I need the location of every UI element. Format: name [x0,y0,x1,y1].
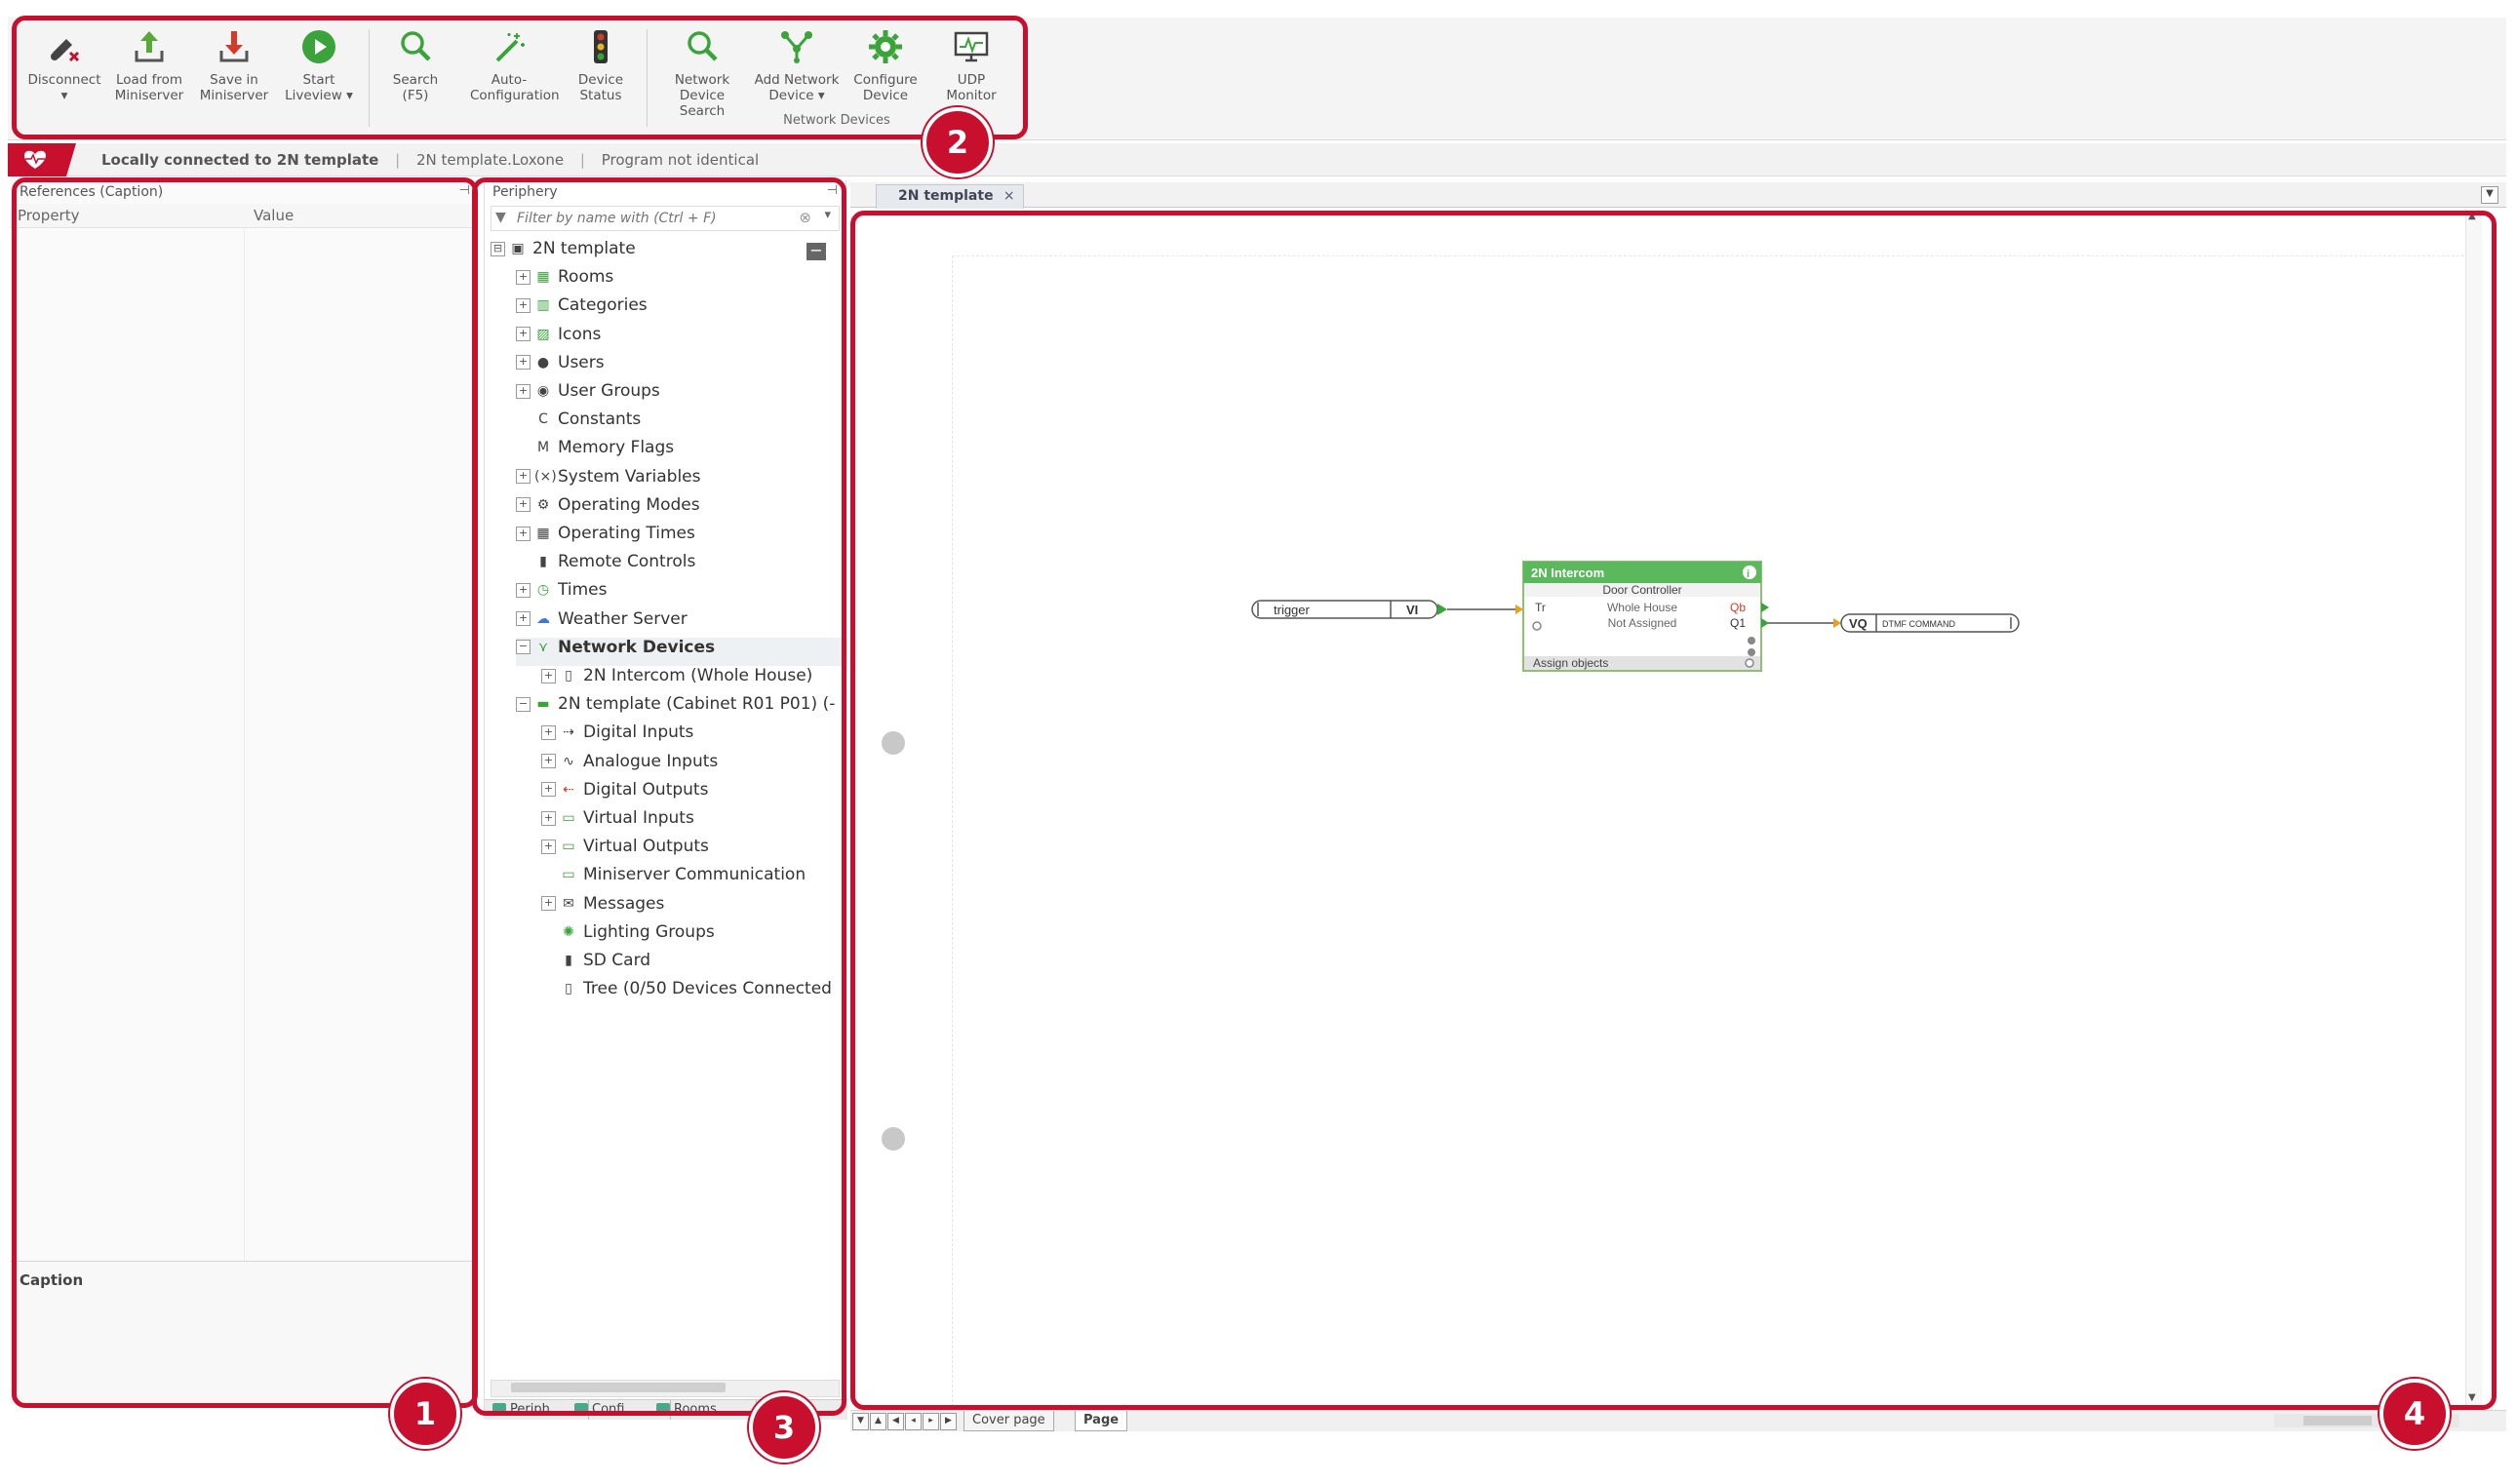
play-page-button[interactable]: ◂ [905,1413,922,1430]
file-name: 2N template.Loxone [415,151,565,169]
callout-badge-2: 2 [923,107,993,177]
page-navigation-bar: ▼ ▲ ◀ ◂ ▸ ▶ Cover page Page [850,1410,2506,1431]
chevron-down-icon[interactable]: ▼ [2481,186,2498,204]
callout-frame-3 [472,177,846,1416]
callout-badge-3: 3 [749,1392,819,1463]
callout-badge-4: 4 [2379,1379,2450,1449]
chevron-down-icon[interactable]: ▼ [852,1413,869,1430]
tab-2n-template[interactable]: 2N template × [876,184,1024,209]
program-status: Program not identical [601,151,760,169]
callout-frame-1 [12,177,478,1408]
next-page-button[interactable]: ▸ [923,1413,939,1430]
heartbeat-icon[interactable] [8,143,76,176]
tab-cover-page[interactable]: Cover page [964,1411,1054,1431]
document-tab-bar: 2N template × ▼ [850,182,2506,209]
status-bar: Locally connected to 2N template | 2N te… [8,143,2506,176]
callout-badge-1: 1 [390,1379,460,1449]
connection-status: Locally connected to 2N template [101,151,379,169]
last-page-button[interactable]: ▶ [940,1413,957,1430]
callout-frame-4 [850,211,2497,1410]
tab-page[interactable]: Page [1075,1411,1128,1431]
previous-page-button[interactable]: ◀ [887,1413,904,1430]
close-icon[interactable]: × [1003,185,1015,207]
callout-frame-2 [12,16,1028,139]
first-page-button[interactable]: ▲ [870,1413,886,1430]
status-items: Locally connected to 2N template | 2N te… [101,151,760,169]
